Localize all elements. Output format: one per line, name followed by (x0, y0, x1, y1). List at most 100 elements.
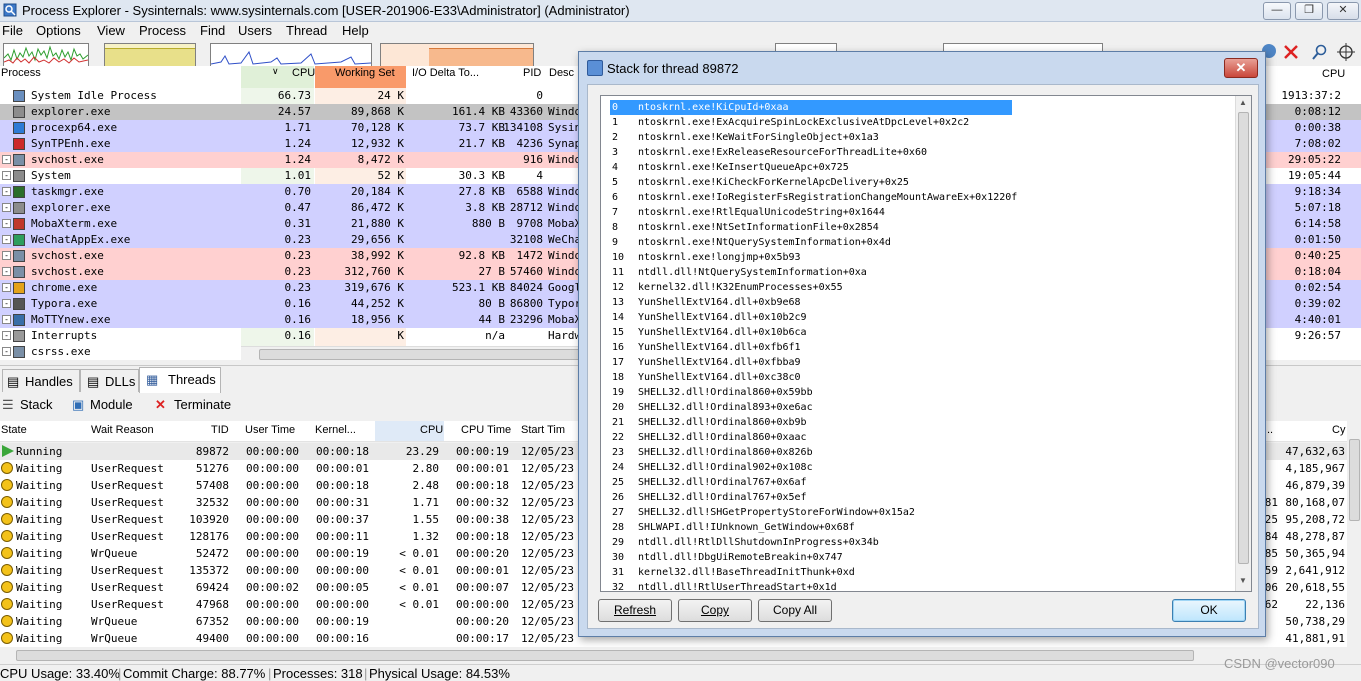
tab-threads[interactable]: ▦ Threads (139, 367, 221, 393)
scroll-up-icon[interactable]: ▲ (1239, 98, 1247, 107)
process-cpu-time-row: 5:07:18 (1262, 200, 1361, 216)
tree-toggle-icon[interactable]: - (2, 235, 11, 244)
io-graph[interactable] (210, 43, 372, 67)
process-name: svchost.exe (31, 265, 104, 278)
col-pid[interactable]: PID (523, 67, 541, 79)
process-row[interactable]: - svchost.exe 1.24 8,472 K 916 Windo (0, 152, 580, 168)
process-row[interactable]: - chrome.exe 0.23 319,676 K 523.1 KB 84024 Goo… (0, 280, 580, 296)
cpu-graph[interactable] (3, 43, 89, 67)
close-window-button[interactable]: ✕ (1327, 2, 1359, 20)
tree-toggle-icon[interactable]: - (2, 203, 11, 212)
crosshair-icon[interactable] (1337, 43, 1355, 61)
col-cycles[interactable]: Cy (1332, 424, 1345, 436)
tab-dlls[interactable]: ▤ DLLs (80, 369, 139, 392)
module-button[interactable]: Module (90, 397, 133, 412)
process-cpu: 0.16 (284, 297, 312, 310)
col-description[interactable]: Desc (549, 67, 574, 79)
tree-toggle-icon[interactable]: - (2, 347, 11, 356)
refresh-button[interactable]: Refresh (598, 599, 672, 622)
menu-thread[interactable]: Thread (286, 23, 327, 38)
process-row[interactable]: - MoTTYnew.exe 0.16 18,956 K 44 B 23296 MobaX (0, 312, 580, 328)
waiting-icon (1, 547, 13, 559)
col-user-time[interactable]: User Time (245, 424, 295, 436)
col-io-delta[interactable]: I/O Delta To... (412, 67, 479, 79)
process-row[interactable]: - svchost.exe 0.23 312,760 K 27 B 57460 Windo (0, 264, 580, 280)
stack-button[interactable]: Stack (20, 397, 53, 412)
col-kernel-time[interactable]: Kernel... (315, 424, 356, 436)
tree-toggle-icon[interactable]: - (2, 171, 11, 180)
stack-vscroll-thumb[interactable] (1238, 112, 1249, 564)
copy-button[interactable]: Copy (678, 599, 752, 622)
process-cpu: 0.47 (284, 201, 312, 214)
thread-start-time: 12/05/23 (521, 547, 574, 560)
thread-vscrollbar[interactable] (1347, 421, 1361, 647)
col-state[interactable]: State (1, 424, 27, 436)
menu-file[interactable]: File (2, 23, 23, 38)
tree-toggle-icon[interactable]: - (2, 331, 11, 340)
tree-toggle-icon[interactable]: - (2, 315, 11, 324)
process-row[interactable]: procexp64.exe 1.71 70,128 K 73.7 KB 134108 Sy… (0, 120, 580, 136)
menu-help[interactable]: Help (342, 23, 369, 38)
thread-vscroll-thumb[interactable] (1349, 439, 1360, 521)
process-row[interactable]: - Interrupts 0.16 Kn/a Hardw (0, 328, 580, 344)
commit-graph[interactable] (104, 43, 196, 67)
process-row[interactable]: - MobaXterm.exe 0.31 21,880 K 880 B 9708 MobaX (0, 216, 580, 232)
menu-users[interactable]: Users (238, 23, 272, 38)
process-hscrollbar[interactable] (241, 346, 581, 361)
stack-frame-text: YunShellExtV164.dll+0x10b6ca (638, 327, 807, 338)
col-tid[interactable]: TID (211, 424, 229, 436)
process-row[interactable]: - explorer.exe 0.47 86,472 K 3.8 KB 28712 Wind… (0, 200, 580, 216)
tab-handles[interactable]: ▤ Handles (2, 369, 80, 392)
tree-toggle-icon[interactable]: - (2, 219, 11, 228)
thread-cpu: 1.55 (412, 513, 440, 526)
col-process[interactable]: Process (1, 67, 41, 79)
find-icon[interactable] (1312, 44, 1328, 60)
menu-view[interactable]: View (97, 23, 125, 38)
tree-toggle-icon[interactable]: - (2, 155, 11, 164)
col-cpu-time[interactable]: CPU Time (461, 424, 511, 436)
process-row[interactable]: - WeChatAppEx.exe 0.23 29,656 K 32108 WeCha (0, 232, 580, 248)
stack-frame-list[interactable]: 0 ntoskrnl.exe!KiCpuId+0xaa 1 ntoskrnl.exe!… (600, 95, 1252, 592)
thread-cpu-time: 00:00:07 (456, 581, 509, 594)
tree-toggle-icon[interactable]: - (2, 283, 11, 292)
process-row[interactable]: - System 1.01 52 K 30.3 KB 4 (0, 168, 580, 184)
col-wait-reason[interactable]: Wait Reason (91, 424, 154, 436)
col-cpu-time[interactable]: CPU (1322, 68, 1345, 80)
process-row[interactable]: explorer.exe 24.57 89,868 K 161.4 KB 43360 Wi… (0, 104, 580, 120)
process-row[interactable]: - taskmgr.exe 0.70 20,184 K 27.8 KB 6588 Windo (0, 184, 580, 200)
process-row[interactable]: SynTPEnh.exe 1.24 12,932 K 21.7 KB 4236 Synap (0, 136, 580, 152)
col-start-time[interactable]: Start Tim (521, 424, 565, 436)
terminate-button[interactable]: Terminate (174, 397, 231, 412)
ok-button[interactable]: OK (1172, 599, 1246, 622)
scroll-down-icon[interactable]: ▼ (1239, 576, 1247, 585)
col-working-set[interactable]: Working Set (335, 67, 395, 79)
thread-hscroll-thumb[interactable] (16, 650, 1194, 661)
col-thread-cpu[interactable]: CPU (420, 424, 443, 436)
stack-frame-index: 16 (612, 342, 625, 353)
stack-frame-row[interactable]: 0 ntoskrnl.exe!KiCpuId+0xaa (610, 100, 1012, 115)
process-io-delta: 92.8 KB (458, 249, 505, 262)
kill-process-icon[interactable] (1283, 44, 1299, 60)
tree-toggle-icon[interactable]: - (2, 251, 11, 260)
tree-toggle-icon[interactable]: - (2, 187, 11, 196)
process-list[interactable]: System Idle Process 66.73 24 K 0 explorer.ex… (0, 88, 580, 360)
physical-memory-graph[interactable] (380, 43, 534, 67)
copy-all-button[interactable]: Copy All (758, 599, 832, 622)
tree-toggle-icon[interactable]: - (2, 299, 11, 308)
window-title: Process Explorer - Sysinternals: www.sys… (22, 3, 630, 18)
thread-hscrollbar[interactable] (0, 648, 1347, 662)
menu-find[interactable]: Find (200, 23, 225, 38)
tree-toggle-icon[interactable]: - (2, 267, 11, 276)
menu-options[interactable]: Options (36, 23, 81, 38)
process-row[interactable]: - svchost.exe 0.23 38,992 K 92.8 KB 1472 Windo (0, 248, 580, 264)
restore-button[interactable]: ❐ (1295, 2, 1323, 20)
stack-frame-text: SHELL32.dll!Ordinal902+0x108c (638, 462, 813, 473)
dialog-close-button[interactable]: ✕ (1224, 58, 1258, 78)
stack-vscrollbar[interactable]: ▲ ▼ (1235, 96, 1251, 591)
process-row[interactable]: System Idle Process 66.73 24 K 0 (0, 88, 580, 104)
menu-process[interactable]: Process (139, 23, 186, 38)
process-hscroll-thumb[interactable] (259, 349, 581, 360)
col-cpu[interactable]: CPU (292, 67, 315, 79)
process-row[interactable]: - Typora.exe 0.16 44,252 K 80 B 86800 Typor (0, 296, 580, 312)
minimize-button[interactable]: — (1263, 2, 1291, 20)
